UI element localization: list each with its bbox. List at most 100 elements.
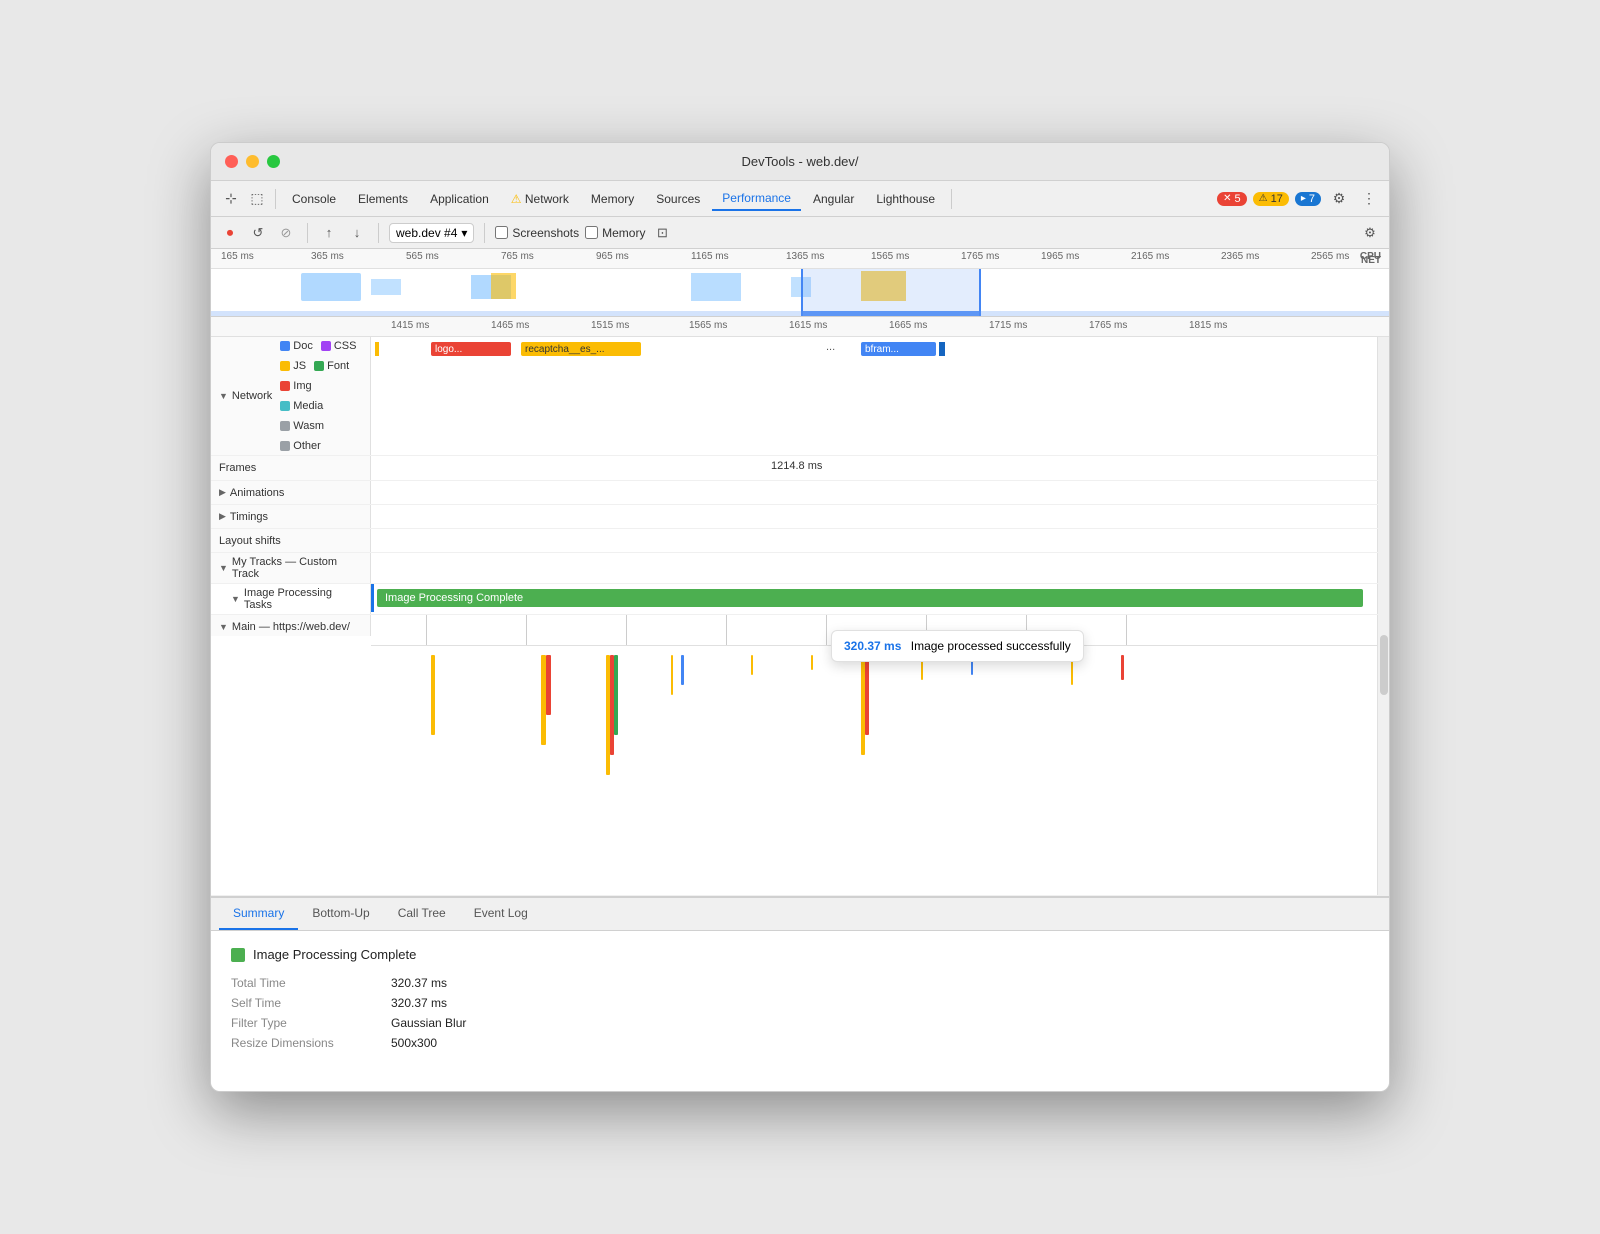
toolbar-right: ✕ 5 ⚠ 17 ▸ 7 ⚙ ⋮ [1217,187,1381,211]
detail-tick-0: 1415 ms [391,320,429,331]
download-button[interactable]: ↓ [346,222,368,244]
summary-row-resize: Resize Dimensions 500x300 [231,1036,1369,1050]
main-thread-label[interactable]: ▼ Main — https://web.dev/ [211,615,371,636]
tab-summary[interactable]: Summary [219,898,298,930]
cpu-activity-2 [371,279,401,295]
tab-lighthouse[interactable]: Lighthouse [866,188,945,210]
info-icon: ▸ [1301,193,1306,204]
tab-console[interactable]: Console [282,188,346,210]
flame-16 [1121,655,1124,680]
screenshots-checkbox[interactable]: Screenshots [495,226,579,240]
selection-indicator [371,584,374,612]
maximize-button[interactable] [267,155,280,168]
self-time-value: 320.37 ms [391,996,447,1010]
main-scrollbar[interactable] [1377,615,1389,895]
custom-track-label[interactable]: ▼ My Tracks — Custom Track [211,553,371,583]
perf-settings-icon[interactable]: ⚙ [1359,222,1381,244]
upload-button[interactable]: ↑ [318,222,340,244]
tab-angular[interactable]: Angular [803,188,864,210]
timeline-selection[interactable] [801,269,981,317]
minimize-button[interactable] [246,155,259,168]
memory-checkbox[interactable]: Memory [585,226,645,240]
tooltip-time: 320.37 ms [844,639,901,653]
window-controls [225,155,280,168]
screenshot-icon[interactable]: ⊡ [651,222,673,244]
tick-9: 1965 ms [1041,251,1079,262]
img-processing-bar[interactable]: Image Processing Complete [377,589,1363,607]
custom-track-content [371,553,1377,583]
close-button[interactable] [225,155,238,168]
animations-content [371,481,1377,504]
net-ellipsis: ... [826,341,835,353]
frames-label[interactable]: Frames [211,456,371,480]
tick-7: 1565 ms [871,251,909,262]
collapse-sub-icon: ▼ [231,594,240,604]
legend-css: CSS [321,340,357,352]
summary-row-total-time: Total Time 320.37 ms [231,976,1369,990]
legend-media: Media [280,400,323,412]
filter-type-label: Filter Type [231,1016,391,1030]
scrollbar-thumb[interactable] [1380,635,1388,695]
timings-label[interactable]: ▶ Timings [211,505,371,528]
vtick-2 [626,615,627,645]
custom-track-header: ▼ My Tracks — Custom Track [211,553,1389,584]
frames-track-row: Frames 1214.8 ms [211,456,1389,481]
reload-record-button[interactable]: ↺ [247,222,269,244]
tab-performance[interactable]: Performance [712,187,801,211]
warning-count: 17 [1271,193,1283,205]
tab-elements[interactable]: Elements [348,188,418,210]
main-thread-content[interactable]: 320.37 ms Image processed successfully [371,615,1377,895]
more-icon[interactable]: ⋮ [1357,187,1381,211]
timeline-overview[interactable]: 165 ms 365 ms 565 ms 765 ms 965 ms 1165 … [211,249,1389,317]
cpu-activity-1 [301,273,361,301]
tab-bottom-up[interactable]: Bottom-Up [298,898,383,930]
flame-12 [865,655,869,735]
info-count: 7 [1309,193,1315,205]
tab-call-tree[interactable]: Call Tree [384,898,460,930]
tick-10: 2165 ms [1131,251,1169,262]
info-badge[interactable]: ▸ 7 [1295,192,1321,206]
top-toolbar: ⊹ ⬚ Console Elements Application ⚠ ⚠ Net… [211,181,1389,217]
net-bar-end [939,342,945,356]
record-button[interactable]: ⏺ [219,222,241,244]
net-scrollbar [1377,337,1389,455]
tab-event-log[interactable]: Event Log [460,898,542,930]
chevron-down-icon: ▾ [461,226,467,240]
session-select[interactable]: web.dev #4 ▾ [389,223,474,243]
legend-wasm: Wasm [280,420,324,432]
settings-icon[interactable]: ⚙ [1327,187,1351,211]
collapse-main-icon: ▼ [219,622,228,632]
network-track-content[interactable]: logo... recaptcha__es_... ... bfram... [371,337,1377,361]
clear-button[interactable]: ⊘ [275,222,297,244]
layout-shifts-label[interactable]: Layout shifts [211,529,371,552]
flame-7 [671,655,673,695]
collapse-icon: ▼ [219,391,228,401]
frames-content[interactable]: 1214.8 ms [371,456,1377,480]
tab-network[interactable]: ⚠ ⚠ NetworkNetwork [501,188,579,210]
bottom-tabs: Summary Bottom-Up Call Tree Event Log [211,897,1389,931]
warning-badge[interactable]: ⚠ 17 [1253,192,1289,206]
img-processing-label[interactable]: ▼ Image Processing Tasks [211,584,371,614]
pointer-icon[interactable]: ⊹ [219,187,243,211]
animations-label[interactable]: ▶ Animations [211,481,371,504]
main-thread-row: ▼ Main — https://web.dev/ 320.37 ms Imag… [211,615,1389,896]
tick-12: 2565 ms [1311,251,1349,262]
net-bar-bframe[interactable]: bfram... [861,342,936,356]
net-bar-recaptcha[interactable]: recaptcha__es_... [521,342,641,356]
network-track-label[interactable]: ▼ Network Doc CSS JS Font Img Media Wasm… [211,337,371,455]
tab-sources[interactable]: Sources [646,188,710,210]
timings-label-text: Timings [230,511,268,523]
vtick-0 [426,615,427,645]
error-badge[interactable]: ✕ 5 [1217,192,1247,206]
summary-title: Image Processing Complete [231,947,1369,962]
img-processing-content[interactable]: Image Processing Complete [371,584,1377,612]
tick-11: 2365 ms [1221,251,1259,262]
device-icon[interactable]: ⬚ [245,187,269,211]
summary-row-self-time: Self Time 320.37 ms [231,996,1369,1010]
net-bar-logo[interactable]: logo... [431,342,511,356]
overview-content[interactable] [211,269,1389,317]
tab-memory[interactable]: Memory [581,188,644,210]
tick-3: 765 ms [501,251,534,262]
flame-3 [546,655,551,715]
tab-application[interactable]: Application [420,188,499,210]
